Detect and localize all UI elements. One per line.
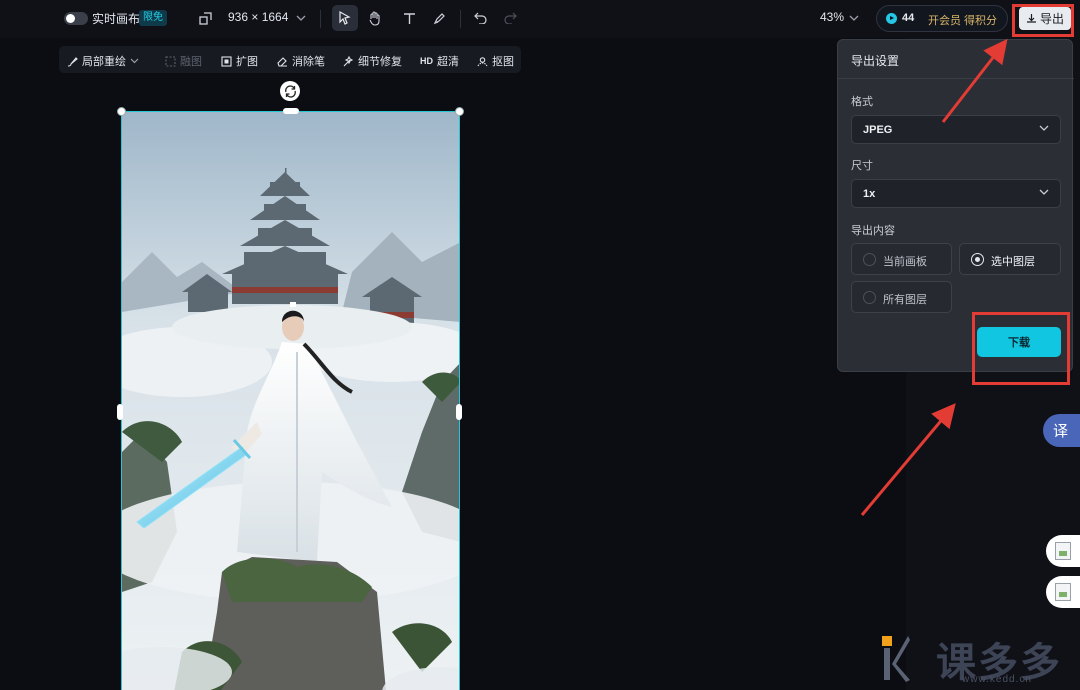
watermark-logo-icon	[882, 636, 910, 682]
resize-handle-tr[interactable]	[455, 107, 464, 116]
select-tool-icon[interactable]	[332, 5, 358, 31]
realtime-canvas-toggle[interactable]	[64, 12, 88, 25]
detail-repair-label: 细节修复	[358, 56, 402, 68]
annotation-box-export	[1012, 4, 1074, 37]
translate-button[interactable]: 译	[1043, 414, 1080, 447]
resize-icon[interactable]	[197, 10, 213, 26]
side-image-button-2[interactable]	[1046, 576, 1080, 608]
credits-pill[interactable]: 44 开会员 得积分	[876, 5, 1008, 32]
format-label: 格式	[851, 96, 873, 108]
radio-selected-icon[interactable]	[971, 253, 984, 266]
watermark: 课多多 www.kedd.cn	[880, 630, 1080, 690]
size-value: 1x	[863, 188, 876, 200]
expand-button[interactable]: 扩图	[221, 53, 258, 69]
repair-icon	[343, 55, 354, 66]
size-label: 尺寸	[851, 160, 873, 172]
chevron-down-icon	[1039, 189, 1049, 195]
radio-icon[interactable]	[863, 291, 876, 304]
artwork-image	[122, 112, 459, 690]
option-selected-layer[interactable]: 选中图层	[959, 243, 1061, 275]
option-all-layers[interactable]: 所有图层	[851, 281, 952, 313]
merge-label: 融图	[180, 56, 202, 68]
divider	[320, 10, 321, 28]
format-select[interactable]: JPEG	[851, 115, 1061, 144]
cutout-icon	[477, 56, 488, 66]
format-value: JPEG	[863, 124, 893, 136]
radio-icon[interactable]	[863, 253, 876, 266]
expand-label: 扩图	[236, 56, 258, 68]
panel-title: 导出设置	[851, 54, 900, 68]
inpaint-button[interactable]: 局部重绘	[67, 53, 139, 69]
annotation-box-download	[972, 312, 1070, 385]
rotate-icon[interactable]	[280, 81, 300, 101]
free-badge: 限免	[139, 10, 167, 26]
divider	[838, 78, 1074, 79]
hd-icon: HD	[420, 56, 433, 66]
cutout-button[interactable]: 抠图	[477, 53, 514, 69]
hd-button[interactable]: HD 超清	[420, 53, 459, 69]
redo-icon[interactable]	[500, 8, 520, 28]
canvas-image[interactable]	[121, 111, 460, 690]
edit-toolbar: 局部重绘 融图 扩图 消除笔 细节修复 HD 超清 抠图	[59, 46, 521, 73]
hand-tool-icon[interactable]	[365, 8, 385, 28]
option-current-board[interactable]: 当前画板	[851, 243, 952, 275]
pen-tool-icon[interactable]	[429, 8, 449, 28]
hd-label: 超清	[437, 56, 459, 68]
option-label: 所有图层	[883, 294, 927, 306]
zoom-level[interactable]: 43%	[820, 10, 844, 24]
option-label: 当前画板	[883, 256, 927, 268]
merge-button[interactable]: 融图	[165, 53, 202, 69]
resize-handle-top[interactable]	[283, 108, 299, 114]
canvas-size-value[interactable]: 936 × 1664	[228, 10, 288, 24]
export-content-label: 导出内容	[851, 225, 895, 237]
undo-icon[interactable]	[470, 8, 490, 28]
chevron-down-icon[interactable]	[847, 11, 861, 25]
broken-image-icon	[1055, 542, 1071, 560]
divider	[460, 10, 461, 28]
chevron-down-icon[interactable]	[294, 11, 308, 25]
inpaint-label: 局部重绘	[82, 56, 126, 68]
brush-icon	[67, 56, 78, 67]
credit-play-icon	[886, 13, 897, 24]
size-select[interactable]: 1x	[851, 179, 1061, 208]
eraser-icon	[277, 56, 287, 67]
side-image-button-1[interactable]	[1046, 535, 1080, 567]
detail-repair-button[interactable]: 细节修复	[343, 53, 402, 69]
eraser-label: 消除笔	[292, 56, 325, 68]
vip-link[interactable]: 开会员 得积分	[928, 12, 997, 28]
chevron-down-icon[interactable]	[130, 58, 139, 64]
merge-icon	[165, 55, 176, 67]
watermark-url: www.kedd.cn	[962, 674, 1032, 685]
text-tool-icon[interactable]	[399, 8, 419, 28]
resize-handle-tl[interactable]	[117, 107, 126, 116]
top-toolbar: 实时画布 限免 936 × 1664 43% 44 开会员 得积分 导出	[0, 0, 1080, 38]
resize-handle-left[interactable]	[117, 404, 123, 420]
cutout-label: 抠图	[492, 56, 514, 68]
broken-image-icon	[1055, 583, 1071, 601]
expand-icon	[221, 55, 232, 67]
realtime-canvas-label: 实时画布	[92, 12, 141, 26]
option-label: 选中图层	[991, 256, 1035, 268]
credit-count: 44	[902, 12, 915, 24]
resize-handle-right[interactable]	[456, 404, 462, 420]
chevron-down-icon	[1039, 125, 1049, 131]
eraser-button[interactable]: 消除笔	[277, 53, 325, 69]
